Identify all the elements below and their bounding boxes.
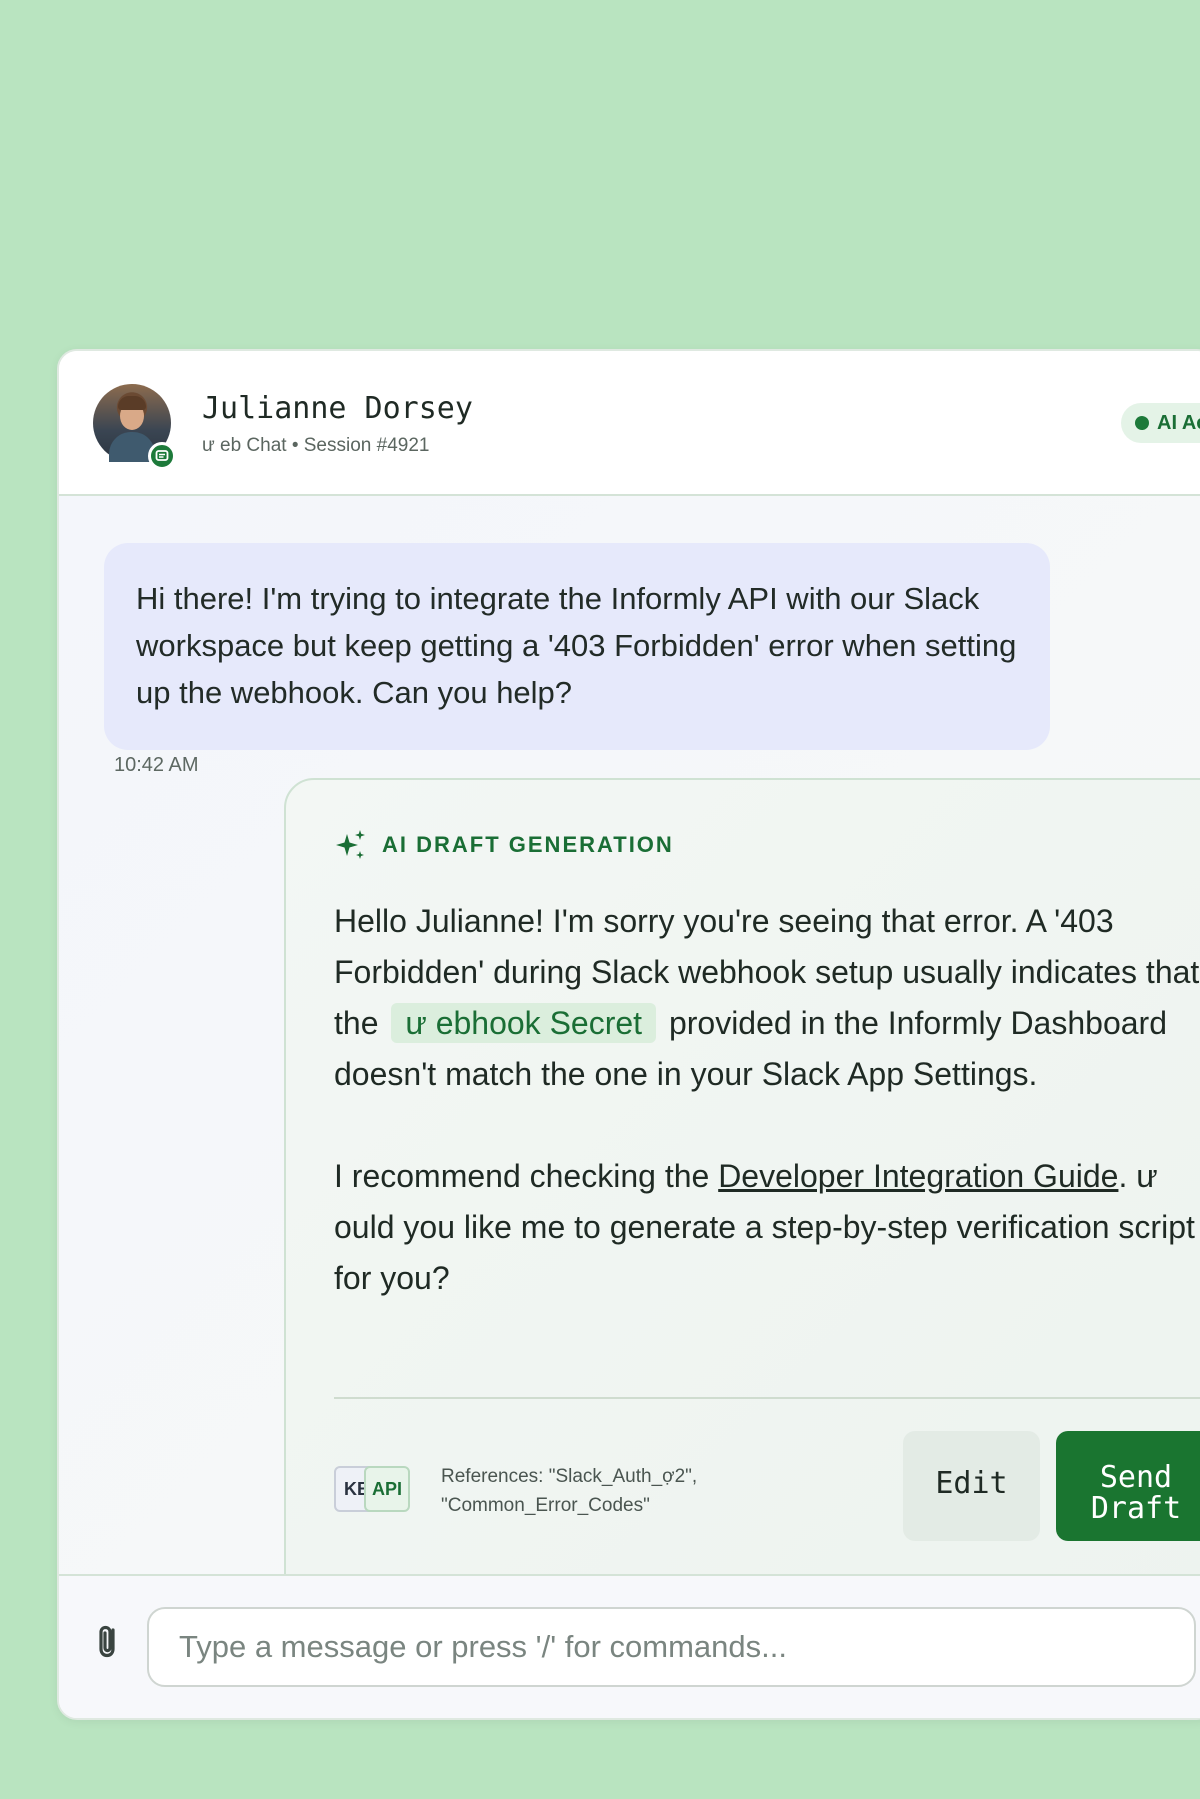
keyword-chip: ư ebhook Secret (391, 1003, 657, 1043)
channel-session-info: ư eb Chat • Session #4921 (202, 435, 430, 456)
chat-panel: Julianne Dorsey ư eb Chat • Session #492… (57, 349, 1200, 1720)
paperclip-icon[interactable] (86, 1618, 132, 1664)
contact-name: Julianne Dorsey (202, 391, 473, 426)
references-text: References: "Slack_Auth_ợ2", "Common_Err… (441, 1466, 698, 1516)
divider (334, 1397, 1200, 1399)
ai-draft-label: AI DRAFT GENERATION (382, 832, 674, 857)
user-message-bubble: Hi there! I'm trying to integrate the In… (104, 543, 1050, 750)
message-composer (59, 1574, 1200, 1718)
message-thread[interactable]: Hi there! I'm trying to integrate the In… (59, 496, 1200, 1574)
api-badge-icon: API (364, 1466, 410, 1512)
status-label: AI Active (1157, 411, 1200, 434)
ai-draft-paragraph-1: Hello Julianne! I'm sorry you're seeing … (334, 896, 1200, 1100)
ai-draft-text: I recommend checking the (334, 1158, 719, 1194)
ai-draft-card: AI DRAFT GENERATION Hello Julianne! I'm … (284, 778, 1200, 1574)
send-draft-button[interactable]: Send Draft (1056, 1431, 1200, 1541)
reference-badges: KB API (334, 1466, 416, 1512)
message-timestamp: 10:42 AM (114, 754, 199, 776)
ai-draft-header: AI DRAFT GENERATION (334, 828, 674, 862)
sparkle-icon (336, 830, 365, 859)
ai-draft-paragraph-2: I recommend checking the Developer Integ… (334, 1151, 1200, 1304)
edit-label: Edit (935, 1466, 1008, 1501)
message-input[interactable] (147, 1607, 1196, 1687)
status-badge: AI Active (1121, 403, 1200, 443)
edit-draft-button[interactable]: Edit (903, 1431, 1040, 1541)
status-dot-icon (1135, 416, 1149, 430)
avatar-hair (118, 396, 146, 410)
ai-draft-body: Hello Julianne! I'm sorry you're seeing … (334, 896, 1200, 1304)
chat-icon (148, 442, 176, 470)
developer-guide-link[interactable]: Developer Integration Guide (718, 1158, 1118, 1194)
conversation-header: Julianne Dorsey ư eb Chat • Session #492… (59, 351, 1200, 496)
